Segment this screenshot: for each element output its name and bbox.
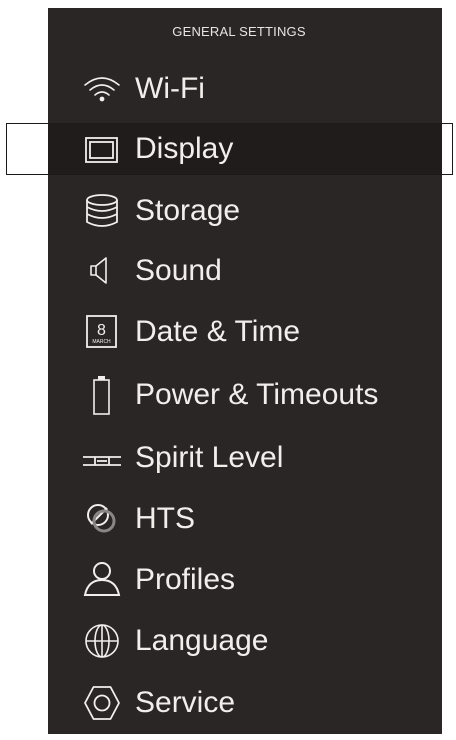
menu-item-label: Date & Time — [135, 315, 301, 348]
menu-item-power-timeouts[interactable]: Power & Timeouts — [48, 367, 442, 423]
menu-item-spirit-level[interactable]: Spirit Level — [48, 430, 442, 486]
menu-item-label: Service — [135, 686, 236, 719]
menu-item-label: HTS — [135, 502, 195, 535]
menu-item-service[interactable]: Service — [48, 675, 442, 731]
speaker-icon — [80, 249, 124, 293]
menu-item-display[interactable]: Display — [48, 121, 442, 177]
menu-item-profiles[interactable]: Profiles — [48, 552, 442, 608]
calendar-day: 8 — [97, 322, 106, 339]
wifi-icon — [80, 67, 124, 111]
battery-icon — [80, 373, 124, 417]
menu-item-label: Wi-Fi — [135, 72, 205, 105]
menu-item-hts[interactable]: HTS — [48, 491, 442, 547]
service-icon — [80, 681, 124, 725]
storage-icon — [80, 189, 124, 233]
globe-icon — [80, 619, 124, 663]
menu-item-label: Sound — [135, 254, 222, 287]
profile-icon — [80, 558, 124, 602]
section-title: GENERAL SETTINGS — [172, 24, 306, 39]
menu-item-storage[interactable]: Storage — [48, 183, 442, 239]
calendar-month: MARCH — [92, 339, 111, 345]
hts-icon — [80, 497, 124, 541]
menu-item-wifi[interactable]: Wi-Fi — [48, 61, 442, 117]
calendar-icon: 8 MARCH — [80, 310, 124, 354]
menu-item-language[interactable]: Language — [48, 613, 442, 669]
menu-item-date-time[interactable]: 8 MARCH Date & Time — [48, 304, 442, 360]
menu-item-label: Power & Timeouts — [135, 378, 379, 411]
spirit-level-icon — [80, 436, 124, 480]
menu-item-label: Profiles — [135, 563, 236, 596]
menu-item-sound[interactable]: Sound — [48, 243, 442, 299]
settings-screen: GENERAL SETTINGS Wi-Fi Display Storage S… — [0, 0, 456, 740]
menu-item-label: Storage — [135, 194, 241, 227]
menu-item-label: Display — [135, 132, 234, 165]
display-icon — [80, 127, 124, 171]
menu-item-label: Language — [135, 624, 269, 657]
menu-item-label: Spirit Level — [135, 441, 284, 474]
